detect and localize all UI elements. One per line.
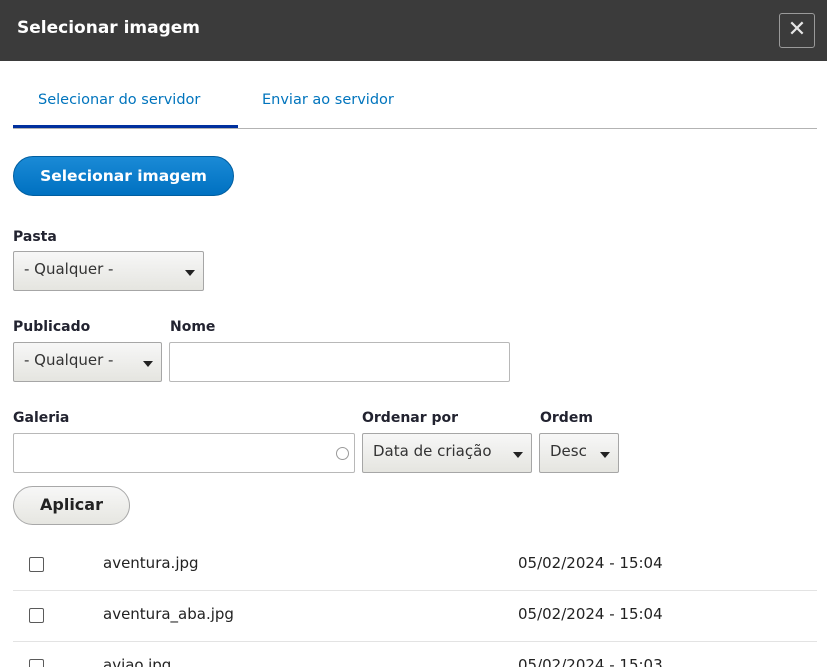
file-row[interactable]: aventura.jpg 05/02/2024 - 15:04 [13,540,817,591]
chevron-down-icon [185,270,195,276]
file-checkbox[interactable] [29,608,44,623]
file-date: 05/02/2024 - 15:04 [518,554,663,572]
galeria-label: Galeria [13,410,70,426]
file-name: aventura.jpg [103,554,199,572]
file-name: aviao.jpg [103,656,172,667]
tab-upload-to-server[interactable]: Enviar ao servidor [262,92,394,108]
pasta-label: Pasta [13,229,57,245]
file-date: 05/02/2024 - 15:03 [518,656,663,667]
file-row[interactable]: aviao.jpg 05/02/2024 - 15:03 [13,642,817,667]
chevron-down-icon [600,452,610,458]
ordenar-por-label: Ordenar por [362,410,459,426]
nome-input[interactable] [169,342,510,382]
ordem-label: Ordem [540,410,593,426]
chevron-down-icon [513,452,523,458]
ordenar-por-select[interactable]: Data de criação [362,433,532,473]
nome-label: Nome [170,319,216,335]
close-icon: ✕ [787,17,807,42]
publicado-select[interactable]: - Qualquer - [13,342,162,382]
close-button[interactable]: ✕ [779,13,815,48]
publicado-label: Publicado [13,319,91,335]
galeria-autocomplete-input[interactable] [13,433,355,473]
chevron-down-icon [143,361,153,367]
ordem-select[interactable]: Desc [539,433,619,473]
file-date: 05/02/2024 - 15:04 [518,605,663,623]
tab-bar: Selecionar do servidor Enviar ao servido… [13,88,817,129]
publicado-select-value: - Qualquer - [24,351,114,369]
ordenar-por-select-value: Data de criação [373,442,492,460]
select-image-button[interactable]: Selecionar imagem [13,156,234,196]
dialog-title: Selecionar imagem [17,18,201,38]
tab-select-from-server[interactable]: Selecionar do servidor [38,92,200,108]
file-row[interactable]: aventura_aba.jpg 05/02/2024 - 15:04 [13,591,817,642]
pasta-select-value: - Qualquer - [24,260,114,278]
dialog-titlebar: Selecionar imagem ✕ [0,0,827,61]
pasta-select[interactable]: - Qualquer - [13,251,204,291]
file-checkbox[interactable] [29,659,44,667]
active-tab-indicator [13,125,238,128]
file-checkbox[interactable] [29,557,44,572]
apply-button[interactable]: Aplicar [13,486,130,525]
file-name: aventura_aba.jpg [103,605,234,623]
ordem-select-value: Desc [550,442,587,460]
autocomplete-throbber-icon [336,447,349,460]
